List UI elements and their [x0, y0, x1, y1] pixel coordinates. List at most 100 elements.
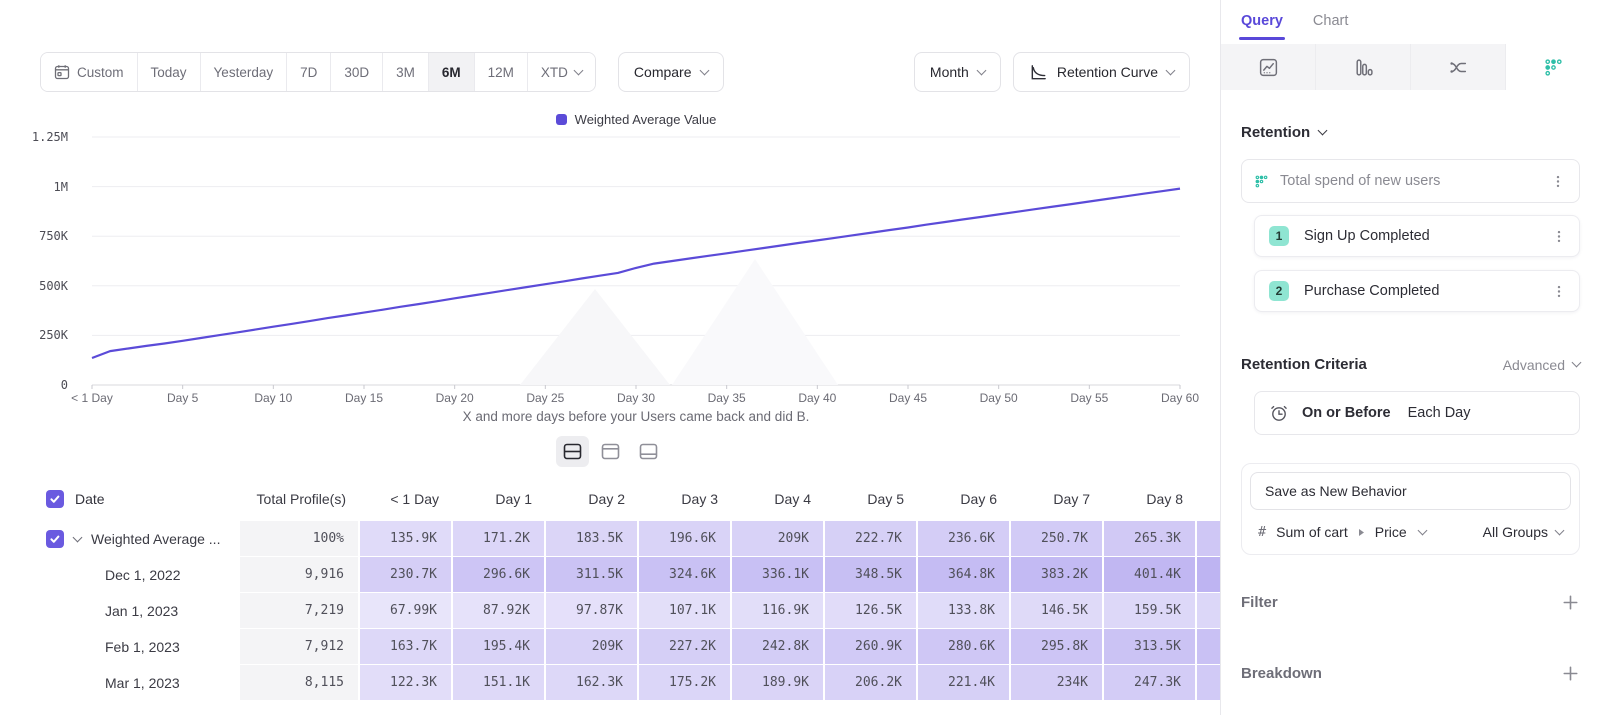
table-header-row: DateTotal Profile(s)< 1 DayDay 1Day 2Day… — [40, 478, 1220, 520]
retention-value-cell: 221.4K — [918, 665, 1011, 700]
table-row: Weighted Average ...100%135.9K171.2K183.… — [40, 521, 1220, 556]
tab-query[interactable]: Query — [1241, 13, 1283, 29]
row-date-label: Feb 1, 2023 — [105, 639, 180, 655]
x-tick-label: Day 40 — [798, 391, 836, 405]
row-date-label: Mar 1, 2023 — [105, 675, 180, 691]
measurement-property[interactable]: Sum of cart — [1276, 524, 1348, 540]
step-event-label: Sign Up Completed — [1304, 228, 1535, 244]
tab-chart[interactable]: Chart — [1313, 13, 1348, 29]
range-label: 3M — [396, 65, 415, 80]
breakdown-section: Breakdown — [1241, 664, 1580, 683]
range-custom[interactable]: Custom — [41, 53, 138, 91]
row-checkbox[interactable] — [46, 530, 64, 548]
chevron-down-icon — [699, 65, 709, 75]
measurement-subproperty[interactable]: Price — [1375, 524, 1407, 540]
chevron-down-icon — [976, 65, 986, 75]
row-total-cell: 7,219 — [240, 593, 360, 628]
y-tick-label: 750K — [39, 229, 68, 243]
table-only-view-button[interactable] — [632, 436, 665, 467]
groups-selector[interactable]: All Groups — [1483, 524, 1563, 540]
range-label: 12M — [488, 65, 514, 80]
expand-row-chevron-icon[interactable] — [73, 532, 83, 542]
caret-right-icon — [1358, 528, 1365, 537]
add-breakdown-button[interactable] — [1561, 664, 1580, 683]
step-kebab-menu[interactable] — [1550, 227, 1568, 246]
behavior-card[interactable]: Total spend of new users — [1241, 159, 1580, 203]
retention-value-cell: 196.6K — [639, 521, 732, 556]
range-3m[interactable]: 3M — [383, 53, 429, 91]
criteria-condition-card[interactable]: On or Before Each Day — [1254, 391, 1580, 435]
icon-tab-funnels[interactable] — [1316, 44, 1411, 90]
table-header-date: Date — [40, 490, 240, 508]
x-tick-label: < 1 Day — [71, 391, 113, 405]
retention-value-cell: 313.5K — [1104, 629, 1197, 664]
retention-value-cell: 295.8K — [1011, 629, 1104, 664]
legend-label: Weighted Average Value — [575, 112, 717, 127]
behavior-kebab-menu[interactable] — [1549, 172, 1567, 191]
granularity-button[interactable]: Month — [914, 52, 1001, 92]
range-30d[interactable]: 30D — [331, 53, 383, 91]
retention-value-cell: 222.7K — [825, 521, 918, 556]
retention-value-cell: 383.2K — [1011, 557, 1104, 592]
clipped-value-cell — [1197, 521, 1220, 556]
retention-value-cell: 234K — [1011, 665, 1104, 700]
y-tick-label: 1M — [54, 180, 68, 194]
icon-tab-flows[interactable] — [1411, 44, 1506, 90]
retention-value-cell: 401.4K — [1104, 557, 1197, 592]
retention-value-cell: 242.8K — [732, 629, 825, 664]
toolbar-right-group: Month Retention Curve — [914, 52, 1190, 92]
range-label: Yesterday — [214, 65, 274, 80]
range-12m[interactable]: 12M — [475, 53, 528, 91]
add-filter-button[interactable] — [1561, 593, 1580, 612]
compare-button[interactable]: Compare — [618, 52, 724, 92]
report-section-label: Retention — [1241, 124, 1310, 141]
table-header-cell: < 1 Day — [360, 491, 453, 507]
step-kebab-menu[interactable] — [1550, 282, 1568, 301]
range-6m[interactable]: 6M — [429, 53, 475, 91]
retention-value-cell: 209K — [732, 521, 825, 556]
range-xtd[interactable]: XTD — [528, 53, 595, 91]
split-view-button[interactable] — [556, 436, 589, 467]
range-today[interactable]: Today — [138, 53, 201, 91]
query-sidebar: Query Chart — [1220, 0, 1600, 715]
filter-section: Filter — [1241, 593, 1580, 612]
insights-icon — [1258, 57, 1279, 78]
chart-only-view-button[interactable] — [594, 436, 627, 467]
select-all-checkbox[interactable] — [46, 490, 64, 508]
retention-value-cell: 151.1K — [453, 665, 546, 700]
behavior-step[interactable]: 2Purchase Completed — [1254, 270, 1580, 312]
criteria-mode-selector[interactable]: Advanced — [1503, 357, 1580, 373]
table-row: Jan 1, 20237,21967.99K87.92K97.87K107.1K… — [40, 593, 1220, 628]
range-yesterday[interactable]: Yesterday — [201, 53, 288, 91]
table-row: Dec 1, 20229,916230.7K296.6K311.5K324.6K… — [40, 557, 1220, 592]
range-label: Custom — [77, 65, 124, 80]
retention-value-cell: 116.9K — [732, 593, 825, 628]
measurement-card: Save as New Behavior # Sum of cart Price… — [1241, 463, 1580, 555]
chevron-down-icon — [573, 65, 583, 75]
behavior-step[interactable]: 1Sign Up Completed — [1254, 215, 1580, 257]
retention-table: DateTotal Profile(s)< 1 DayDay 1Day 2Day… — [0, 478, 1220, 700]
range-label: XTD — [541, 65, 568, 80]
behavior-steps: 1Sign Up Completed 2Purchase Completed — [1254, 215, 1580, 312]
chevron-down-icon — [1555, 525, 1565, 535]
table-header-cell: Day 1 — [453, 491, 546, 507]
row-date-cell: Jan 1, 2023 — [40, 593, 240, 628]
row-total-cell: 7,912 — [240, 629, 360, 664]
report-section-selector[interactable]: Retention — [1241, 124, 1580, 141]
icon-tab-insights[interactable] — [1221, 44, 1316, 90]
y-tick-label: 1.25M — [32, 130, 68, 144]
retention-value-cell: 280.6K — [918, 629, 1011, 664]
retention-value-cell: 171.2K — [453, 521, 546, 556]
save-as-new-behavior-button[interactable]: Save as New Behavior — [1250, 472, 1571, 510]
icon-tab-retention[interactable] — [1506, 44, 1600, 90]
chart-type-button[interactable]: Retention Curve — [1013, 52, 1190, 92]
row-date-label: Weighted Average ... — [91, 531, 220, 547]
chart-type-label: Retention Curve — [1057, 64, 1158, 80]
x-tick-label: Day 50 — [980, 391, 1018, 405]
row-total-cell: 100% — [240, 521, 360, 556]
table-header-cell: Day 7 — [1011, 491, 1104, 507]
x-tick-label: Day 15 — [345, 391, 383, 405]
retention-value-cell: 67.99K — [360, 593, 453, 628]
retention-value-cell: 364.8K — [918, 557, 1011, 592]
range-7d[interactable]: 7D — [287, 53, 331, 91]
